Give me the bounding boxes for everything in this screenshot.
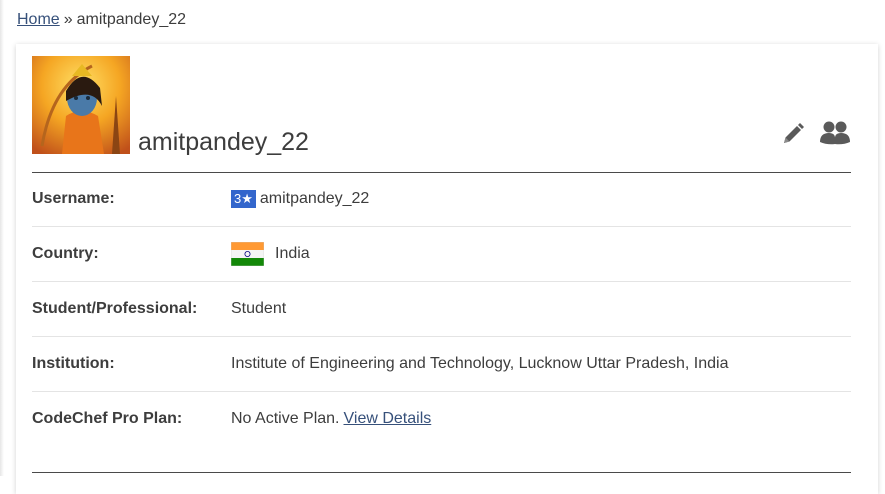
section-divider: [32, 472, 851, 473]
country-text: India: [275, 245, 310, 262]
country-label: Country:: [32, 245, 99, 262]
pro-plan-value: No Active Plan. View Details: [231, 410, 431, 428]
detail-row-occupation: Student/Professional: Student: [32, 282, 851, 337]
profile-header: amitpandey_22: [32, 56, 851, 173]
pro-plan-status: No Active Plan.: [231, 410, 340, 427]
username-value: 3★ amitpandey_22: [231, 190, 369, 208]
india-flag-icon: [231, 242, 264, 266]
pencil-icon: [784, 123, 804, 143]
institution-value: Institute of Engineering and Technology,…: [231, 355, 729, 372]
detail-row-country: Country: India: [32, 227, 851, 282]
institution-label: Institution:: [32, 355, 115, 372]
edit-profile-button[interactable]: [781, 122, 805, 146]
breadcrumb-current: amitpandey_22: [76, 11, 187, 28]
detail-row-pro-plan: CodeChef Pro Plan: No Active Plan. View …: [32, 392, 851, 446]
breadcrumb-home-link[interactable]: Home: [17, 11, 60, 28]
detail-row-username: Username: 3★ amitpandey_22: [32, 172, 851, 227]
username-text: amitpandey_22: [259, 190, 370, 207]
occupation-value: Student: [231, 300, 287, 317]
detail-row-institution: Institution: Institute of Engineering an…: [32, 337, 851, 392]
users-icon: [820, 121, 850, 145]
country-value: India: [231, 242, 310, 266]
profile-details: Username: 3★ amitpandey_22 Country: Indi…: [32, 172, 851, 446]
breadcrumb-separator: »: [63, 11, 73, 28]
profile-name: amitpandey_22: [138, 128, 309, 156]
profile-avatar-image: [32, 56, 130, 154]
username-label: Username:: [32, 190, 115, 207]
page-edge-shadow: [0, 0, 4, 476]
pro-plan-label: CodeChef Pro Plan:: [32, 410, 183, 427]
occupation-label: Student/Professional:: [32, 300, 198, 317]
friends-button[interactable]: [819, 120, 851, 146]
profile-avatar: [32, 56, 130, 154]
view-details-link[interactable]: View Details: [344, 410, 432, 428]
breadcrumb: Home» amitpandey_22: [17, 10, 186, 30]
rating-badge: 3★: [231, 190, 256, 208]
profile-card: amitpandey_22 Username: 3★ amitpandey_22: [16, 44, 878, 494]
